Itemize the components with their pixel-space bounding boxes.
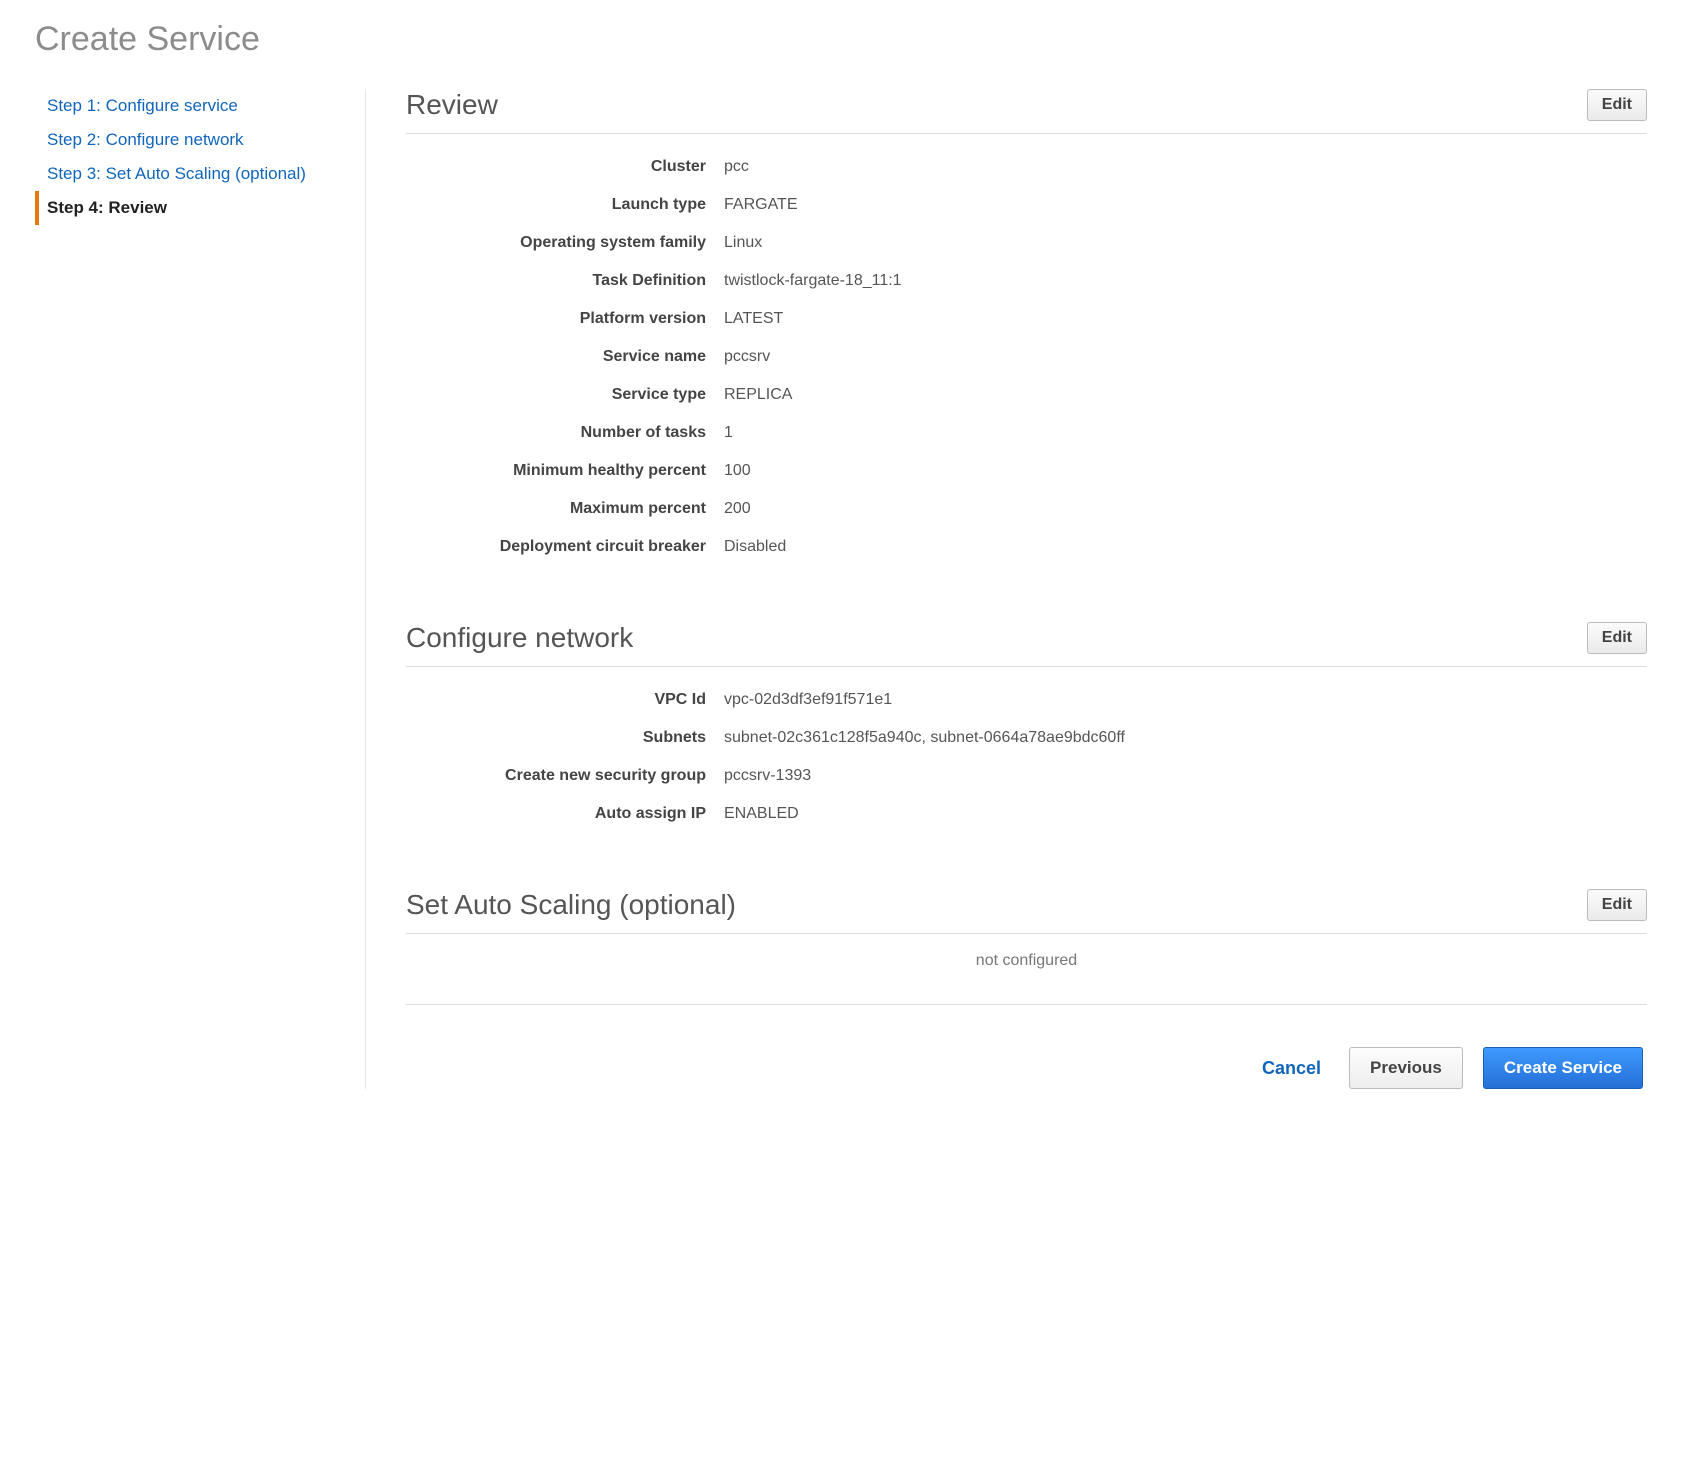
kv-label: Service name [406, 348, 724, 366]
kv-value: subnet-02c361c128f5a940c, subnet-0664a78… [724, 729, 1125, 747]
kv-value: 1 [724, 424, 733, 442]
kv-value: 200 [724, 500, 751, 518]
previous-button[interactable]: Previous [1349, 1047, 1463, 1089]
auto-scaling-section: Set Auto Scaling (optional) Edit not con… [406, 889, 1647, 970]
kv-row-security-group: Create new security group pccsrv-1393 [406, 757, 1647, 795]
edit-network-button[interactable]: Edit [1587, 622, 1647, 654]
step-link[interactable]: Step 3: Set Auto Scaling (optional) [47, 164, 306, 183]
auto-scaling-title: Set Auto Scaling (optional) [406, 889, 736, 921]
kv-value: REPLICA [724, 386, 792, 404]
review-title: Review [406, 89, 498, 121]
kv-row-task-definition: Task Definition twistlock-fargate-18_11:… [406, 262, 1647, 300]
configure-network-title: Configure network [406, 622, 633, 654]
wizard-steps-sidebar: Step 1: Configure service Step 2: Config… [35, 89, 345, 1089]
kv-value: 100 [724, 462, 751, 480]
kv-value: twistlock-fargate-18_11:1 [724, 272, 902, 290]
kv-row-platform-version: Platform version LATEST [406, 300, 1647, 338]
footer-actions: Cancel Previous Create Service [406, 1047, 1647, 1089]
create-service-button[interactable]: Create Service [1483, 1047, 1643, 1089]
kv-label: Launch type [406, 196, 724, 214]
page-title: Create Service [35, 20, 1657, 59]
kv-label: VPC Id [406, 691, 724, 709]
step-label: Step 4: Review [47, 198, 167, 217]
edit-review-button[interactable]: Edit [1587, 89, 1647, 121]
kv-label: Subnets [406, 729, 724, 747]
footer-divider [406, 1004, 1647, 1005]
step-3-set-auto-scaling[interactable]: Step 3: Set Auto Scaling (optional) [35, 157, 345, 191]
kv-label: Platform version [406, 310, 724, 328]
kv-value: LATEST [724, 310, 783, 328]
kv-value: Disabled [724, 538, 786, 556]
configure-network-section: Configure network Edit VPC Id vpc-02d3df… [406, 622, 1647, 833]
kv-row-auto-assign-ip: Auto assign IP ENABLED [406, 795, 1647, 833]
kv-label: Deployment circuit breaker [406, 538, 724, 556]
kv-label: Auto assign IP [406, 805, 724, 823]
kv-row-minimum-healthy-percent: Minimum healthy percent 100 [406, 452, 1647, 490]
kv-row-vpc-id: VPC Id vpc-02d3df3ef91f571e1 [406, 681, 1647, 719]
kv-value: vpc-02d3df3ef91f571e1 [724, 691, 892, 709]
kv-row-service-type: Service type REPLICA [406, 376, 1647, 414]
step-link[interactable]: Step 2: Configure network [47, 130, 244, 149]
kv-row-service-name: Service name pccsrv [406, 338, 1647, 376]
kv-label: Task Definition [406, 272, 724, 290]
kv-value: pccsrv-1393 [724, 767, 811, 785]
kv-row-deployment-circuit-breaker: Deployment circuit breaker Disabled [406, 528, 1647, 566]
kv-value: ENABLED [724, 805, 799, 823]
kv-row-os-family: Operating system family Linux [406, 224, 1647, 262]
kv-row-maximum-percent: Maximum percent 200 [406, 490, 1647, 528]
kv-label: Service type [406, 386, 724, 404]
kv-label: Minimum healthy percent [406, 462, 724, 480]
cancel-button[interactable]: Cancel [1262, 1058, 1321, 1079]
kv-label: Cluster [406, 158, 724, 176]
step-2-configure-network[interactable]: Step 2: Configure network [35, 123, 345, 157]
step-1-configure-service[interactable]: Step 1: Configure service [35, 89, 345, 123]
kv-value: Linux [724, 234, 762, 252]
auto-scaling-not-configured: not configured [406, 952, 1647, 970]
kv-value: pcc [724, 158, 749, 176]
review-section: Review Edit Cluster pcc Launch type FARG… [406, 89, 1647, 566]
step-link[interactable]: Step 1: Configure service [47, 96, 238, 115]
kv-row-number-of-tasks: Number of tasks 1 [406, 414, 1647, 452]
kv-label: Operating system family [406, 234, 724, 252]
kv-row-cluster: Cluster pcc [406, 148, 1647, 186]
kv-label: Number of tasks [406, 424, 724, 442]
kv-label: Maximum percent [406, 500, 724, 518]
kv-row-subnets: Subnets subnet-02c361c128f5a940c, subnet… [406, 719, 1647, 757]
step-4-review[interactable]: Step 4: Review [35, 191, 345, 225]
kv-value: pccsrv [724, 348, 770, 366]
kv-value: FARGATE [724, 196, 798, 214]
kv-row-launch-type: Launch type FARGATE [406, 186, 1647, 224]
edit-auto-scaling-button[interactable]: Edit [1587, 889, 1647, 921]
kv-label: Create new security group [406, 767, 724, 785]
